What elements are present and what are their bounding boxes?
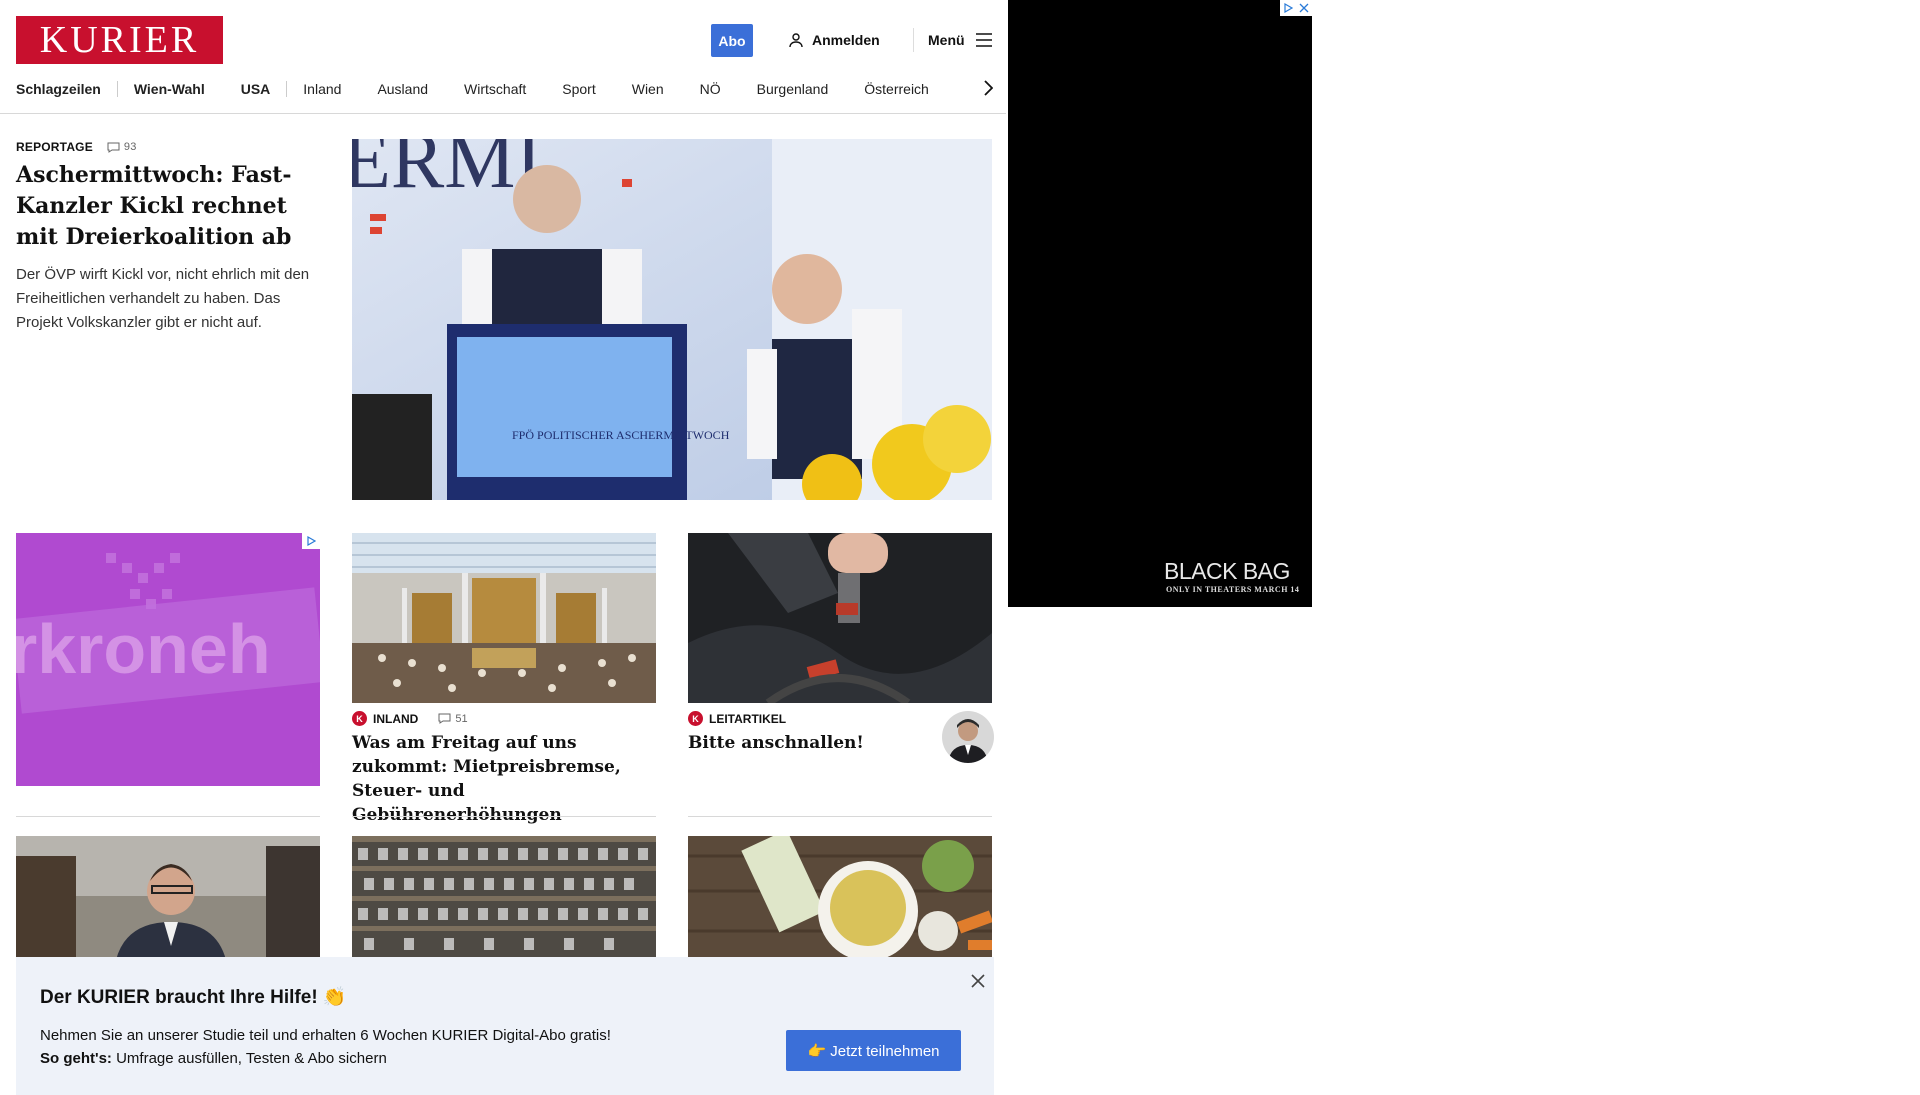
nav-item-wien[interactable]: Wien (632, 81, 664, 97)
menu-button[interactable]: Menü (928, 28, 993, 52)
chevron-right-icon (984, 80, 993, 96)
kurier-k-icon: K (688, 711, 703, 726)
nav-item-inland[interactable]: Inland (303, 81, 341, 97)
lead-kicker: REPORTAGE 93 (16, 140, 137, 154)
row-divider (16, 816, 320, 817)
nav-item-ausland[interactable]: Ausland (377, 81, 428, 97)
popup-description: Nehmen Sie an unserer Studie teil und er… (40, 1027, 611, 1044)
header-divider-line (0, 113, 1006, 114)
ad-tile[interactable]: rkroneh (16, 533, 320, 786)
nav-item-schlagzeilen[interactable]: Schlagzeilen (16, 81, 101, 97)
card1-kicker-label: INLAND (373, 711, 419, 726)
card1-headline[interactable]: Was am Freitag auf uns zukommt: Mietprei… (352, 731, 656, 827)
login-label: Anmelden (812, 32, 880, 48)
nav-next-button[interactable] (978, 77, 998, 99)
popup-instructions: So geht's: Umfrage ausfüllen, Testen & A… (40, 1050, 387, 1067)
login-button[interactable]: Anmelden (788, 28, 880, 52)
survey-popup: Der KURIER braucht Ihre Hilfe! 👏 Nehmen … (16, 957, 994, 1095)
abo-button[interactable]: Abo (711, 24, 753, 57)
lead-image[interactable]: ERMI FPÖ POLITISCHER ASCHERMITTWOCH (352, 139, 992, 500)
lead-kicker-label: REPORTAGE (16, 140, 93, 154)
side-ad[interactable]: BLACK BAG ONLY IN THEATERS MARCH 14 (1008, 0, 1312, 607)
lead-teaser: Der ÖVP wirft Kickl vor, nicht ehrlich m… (16, 266, 310, 331)
lead-image-caption: FPÖ POLITISCHER ASCHERMITTWOCH (512, 428, 730, 442)
kurier-logo[interactable]: KURIER (16, 16, 223, 64)
row-divider (352, 816, 656, 817)
close-icon (971, 974, 985, 988)
header-divider (913, 28, 914, 52)
comment-icon (438, 713, 451, 724)
lead-comment-count: 93 (123, 141, 137, 153)
nav-item-sport[interactable]: Sport (562, 81, 595, 97)
hamburger-icon (975, 33, 992, 47)
ad-choices-icon[interactable] (302, 533, 320, 549)
kurier-k-icon: K (352, 711, 367, 726)
card2-kicker-label: LEITARTIKEL (709, 711, 787, 726)
card-image-seatbelt[interactable] (688, 533, 992, 703)
card1-comments[interactable]: 51 (438, 712, 468, 725)
menu-label: Menü (928, 32, 965, 48)
popup-close-button[interactable] (968, 971, 988, 991)
popup-title: Der KURIER braucht Ihre Hilfe! 👏 (40, 987, 347, 1008)
ad-controls (1280, 0, 1312, 16)
row-divider (688, 816, 992, 817)
nav-item-noe[interactable]: NÖ (700, 81, 721, 97)
nav-divider (286, 81, 288, 97)
ad-choices-icon[interactable] (1280, 0, 1296, 16)
card2-headline[interactable]: Bitte anschnallen! (688, 731, 928, 755)
lead-headline[interactable]: Aschermittwoch: Fast-Kanzler Kickl rechn… (16, 160, 326, 253)
card-image-cars[interactable] (352, 836, 656, 960)
ad-tagline: ONLY IN THEATERS MARCH 14 (1166, 585, 1300, 594)
lead-comments[interactable]: 93 (107, 141, 137, 153)
nav-item-wien-wahl[interactable]: Wien-Wahl (134, 81, 205, 97)
user-icon (789, 33, 803, 48)
card-image-parliament[interactable] (352, 533, 656, 703)
card1-comment-count: 51 (455, 712, 468, 725)
nav-item-usa[interactable]: USA (241, 81, 271, 97)
comment-icon (107, 142, 120, 153)
card-image-soup[interactable] (688, 836, 992, 960)
popup-instructions-text: Umfrage ausfüllen, Testen & Abo sichern (111, 1050, 387, 1067)
card1-kicker: K INLAND 51 (352, 711, 468, 726)
ad-close-icon[interactable] (1296, 0, 1312, 16)
nav-item-wirtschaft[interactable]: Wirtschaft (464, 81, 526, 97)
nav-divider (116, 81, 118, 97)
section-nav: Schlagzeilen Wien-Wahl USA Inland Auslan… (16, 78, 996, 100)
ad-brand: BLACK BAG (1164, 558, 1290, 584)
nav-item-oesterreich[interactable]: Österreich (864, 81, 929, 97)
site-page: KURIER Abo Anmelden Menü Schlagzeilen Wi… (0, 0, 1006, 1095)
card2-kicker: K LEITARTIKEL (688, 711, 786, 726)
author-avatar (942, 711, 994, 763)
card-image-portrait[interactable] (16, 836, 320, 960)
popup-instructions-label: So geht's: (40, 1050, 112, 1067)
ad-tile-text: rkroneh (16, 610, 271, 688)
join-survey-button[interactable]: 👉 Jetzt teilnehmen (786, 1030, 961, 1071)
nav-item-burgenland[interactable]: Burgenland (757, 81, 829, 97)
